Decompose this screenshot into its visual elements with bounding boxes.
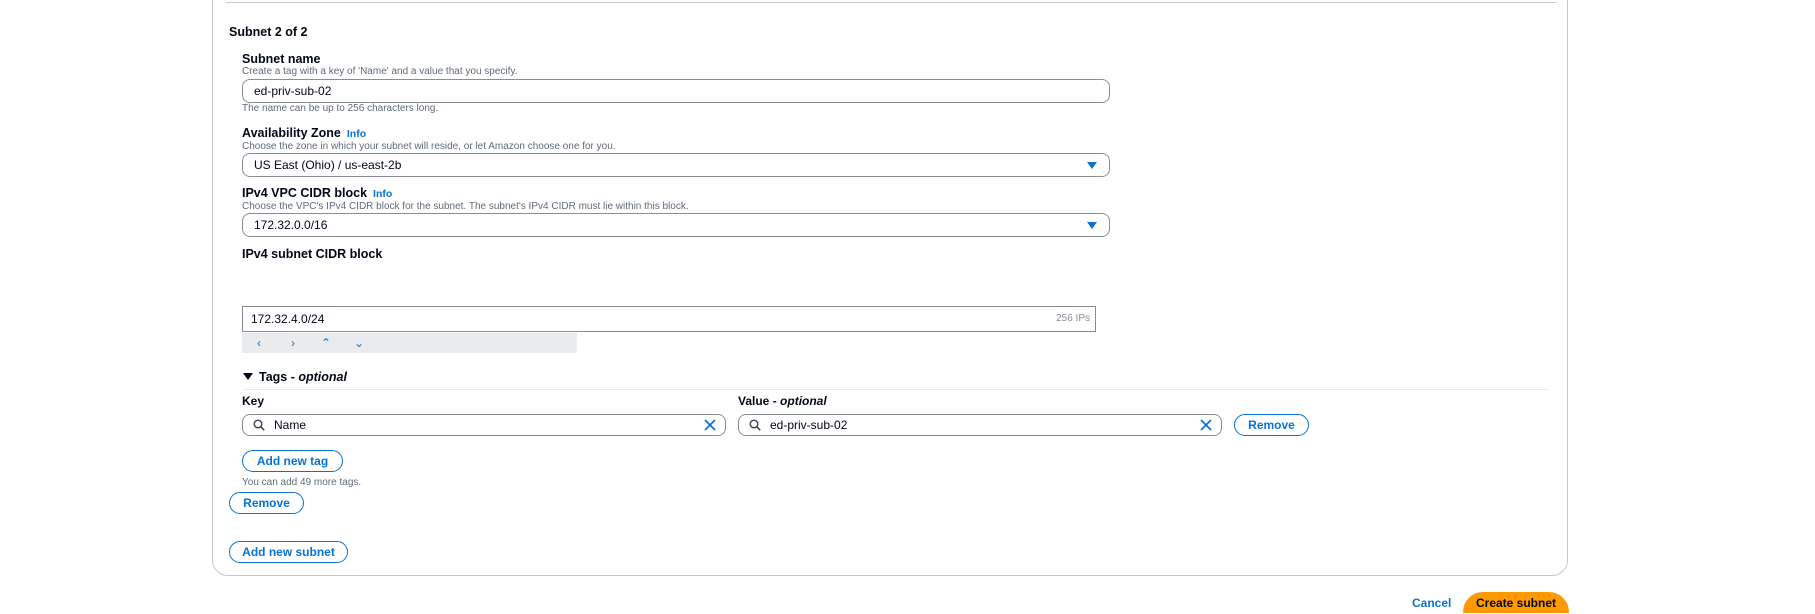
subnet-cidr-label: IPv4 subnet CIDR block [242, 247, 383, 261]
chevron-right-icon[interactable]: › [284, 333, 302, 353]
availability-zone-selected: US East (Ohio) / us-east-2b [254, 158, 402, 172]
add-new-tag-button[interactable]: Add new tag [242, 450, 343, 472]
close-icon[interactable] [1200, 419, 1212, 431]
tag-value-optional: optional [780, 394, 827, 408]
create-subnet-button[interactable]: Create subnet [1463, 592, 1569, 613]
tag-value-value: ed-priv-sub-02 [770, 418, 848, 432]
subnet-name-description: Create a tag with a key of 'Name' and a … [242, 66, 518, 77]
tag-key-label: Key [242, 394, 265, 408]
section-title: Subnet 2 of 2 [229, 25, 308, 39]
availability-zone-select[interactable]: US East (Ohio) / us-east-2b [242, 153, 1110, 177]
tag-key-input[interactable]: Name [242, 414, 726, 436]
caret-down-icon [1087, 222, 1097, 229]
cancel-button[interactable]: Cancel [1412, 596, 1451, 610]
chevron-down-icon[interactable]: ⌄ [350, 333, 368, 353]
vpc-cidr-info-link[interactable]: Info [373, 188, 392, 200]
chevron-left-icon[interactable]: ‹ [250, 333, 268, 353]
caret-down-icon [243, 373, 253, 380]
availability-zone-info-link[interactable]: Info [347, 128, 366, 140]
subnet-name-input[interactable]: ed-priv-sub-02 [242, 79, 1110, 103]
tag-value-label-text: Value - [738, 394, 781, 408]
divider [226, 2, 1556, 3]
cidr-stepper: ‹ › ⌃ ⌄ [242, 333, 577, 353]
availability-zone-description: Choose the zone in which your subnet wil… [242, 141, 616, 152]
search-icon [749, 419, 761, 431]
subnet-name-label: Subnet name [242, 52, 321, 66]
subnet-cidr-value: 172.32.4.0/24 [251, 312, 325, 326]
add-new-subnet-button[interactable]: Add new subnet [229, 541, 348, 563]
close-icon[interactable] [704, 419, 716, 431]
tags-divider [242, 389, 1550, 390]
tag-value-input[interactable]: ed-priv-sub-02 [738, 414, 1222, 436]
remove-tag-button[interactable]: Remove [1234, 414, 1309, 436]
caret-down-icon [1087, 162, 1097, 169]
vpc-cidr-selected: 172.32.0.0/16 [254, 218, 328, 232]
tags-title: Tags - [259, 370, 299, 384]
subnet-cidr-input[interactable]: 172.32.4.0/24 256 IPs [242, 306, 1096, 332]
search-icon [253, 419, 265, 431]
availability-zone-label-text: Availability Zone [242, 126, 341, 140]
chevron-up-icon[interactable]: ⌃ [317, 333, 335, 353]
vpc-cidr-description: Choose the VPC's IPv4 CIDR block for the… [242, 201, 689, 212]
vpc-cidr-label: IPv4 VPC CIDR block Info [242, 186, 392, 200]
tag-key-value: Name [274, 418, 307, 432]
tag-limit-text: You can add 49 more tags. [242, 477, 362, 488]
vpc-cidr-select[interactable]: 172.32.0.0/16 [242, 213, 1110, 237]
tags-expander[interactable]: Tags - optional [243, 370, 347, 384]
tags-optional: optional [298, 370, 347, 384]
remove-subnet-button[interactable]: Remove [229, 492, 304, 514]
subnet-cidr-ip-count: 256 IPs [1056, 313, 1090, 324]
vpc-cidr-label-text: IPv4 VPC CIDR block [242, 186, 368, 200]
tag-value-label: Value - optional [738, 394, 827, 408]
availability-zone-label: Availability Zone Info [242, 126, 366, 140]
subnet-name-constraint: The name can be up to 256 characters lon… [242, 103, 439, 114]
